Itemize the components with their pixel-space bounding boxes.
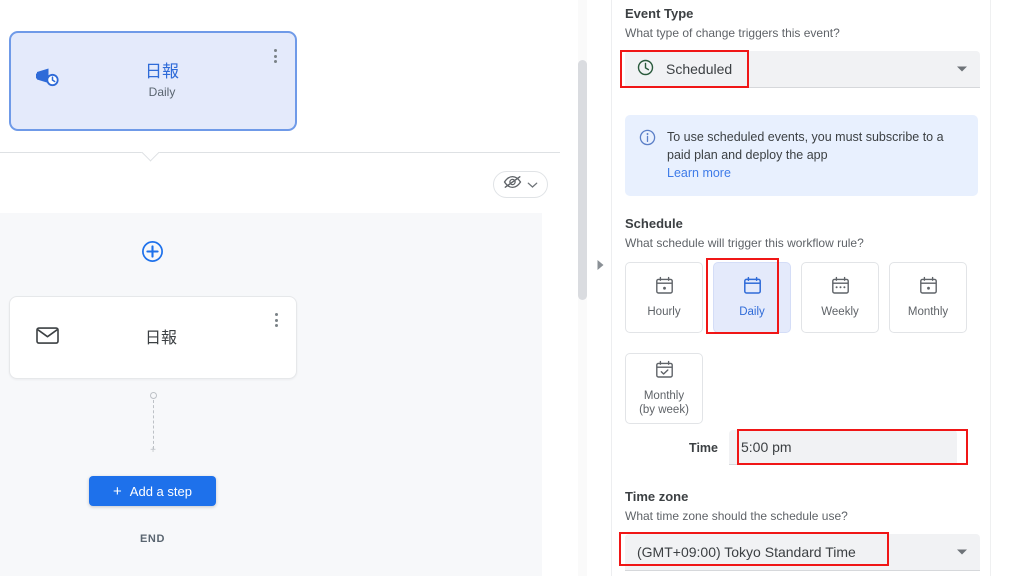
workflow-canvas: 日報 Daily 日報 + + Add a step END (0, 0, 570, 576)
event-type-label: Event Type (625, 6, 694, 21)
schedule-help: What schedule will trigger this workflow… (625, 236, 864, 250)
calendar-check-icon (655, 360, 674, 384)
info-circle-icon (639, 129, 656, 151)
visibility-toggle-button[interactable] (493, 171, 548, 198)
schedule-option-hourly[interactable]: Hourly (625, 262, 703, 333)
chevron-down-icon (527, 176, 538, 194)
schedule-option-label: Monthly (907, 306, 949, 318)
connector-dot-icon (149, 392, 157, 399)
trigger-card-text: 日報 Daily (11, 61, 295, 101)
action-card[interactable]: 日報 (9, 296, 297, 379)
scrollbar-thumb[interactable] (578, 60, 587, 300)
connector-plus-icon: + (150, 445, 156, 456)
add-step-button[interactable]: + Add a step (89, 476, 216, 506)
event-type-field: Event Type What type of change triggers … (625, 5, 980, 88)
learn-more-link[interactable]: Learn more (667, 164, 731, 182)
panel-splitter (570, 0, 613, 576)
time-input[interactable] (729, 430, 957, 465)
plus-circle-icon[interactable] (141, 240, 164, 263)
end-label: END (139, 533, 166, 545)
schedule-option-label: Hourly (647, 306, 681, 318)
action-card-title: 日報 (144, 327, 177, 347)
plus-icon: + (113, 482, 122, 500)
timezone-label: Time zone (625, 489, 689, 504)
schedule-option-monthly-by-week[interactable]: Monthly (by week) (625, 353, 703, 424)
panel-right-border (990, 0, 991, 576)
time-field: Time (625, 430, 980, 465)
action-card-kebab-menu-icon[interactable] (269, 310, 283, 330)
calendar-week-icon (831, 276, 850, 300)
timezone-field: Time zone What time zone should the sche… (625, 488, 980, 571)
schedule-option-daily[interactable]: Daily (713, 262, 791, 333)
schedule-option-label: Daily (739, 306, 765, 318)
schedule-options: Hourly Daily Weekly Monthly Monthly (by … (625, 262, 979, 424)
workflow-steps-region (0, 213, 542, 576)
schedule-label: Schedule (625, 216, 683, 231)
panel-divider (611, 0, 612, 576)
schedule-option-weekly[interactable]: Weekly (801, 262, 879, 333)
calendar-dot-icon (919, 276, 938, 300)
chevron-down-icon (957, 66, 967, 72)
connector-dashed-line (152, 400, 154, 449)
timezone-select[interactable]: (GMT+09:00) Tokyo Standard Time (625, 534, 980, 571)
schedule-option-label: Weekly (821, 306, 859, 318)
time-label: Time (689, 440, 718, 455)
event-settings-panel: Event Type What type of change triggers … (613, 0, 1024, 576)
calendar-icon (743, 276, 762, 300)
panel-expand-arrow-icon[interactable] (596, 258, 605, 270)
eye-off-icon (503, 175, 522, 194)
event-type-value-text: Scheduled (666, 61, 733, 77)
schedule-field: Schedule What schedule will trigger this… (625, 215, 980, 424)
trigger-card-kebab-menu-icon[interactable] (268, 46, 282, 66)
schedule-option-label: Monthly (by week) (639, 390, 689, 416)
add-step-label: Add a step (129, 483, 192, 499)
trigger-card-subtitle: Daily (148, 85, 176, 99)
connector-notch-icon (139, 152, 167, 166)
trigger-card[interactable]: 日報 Daily (9, 31, 297, 131)
action-card-text: 日報 (10, 327, 296, 349)
trigger-card-title: 日報 (145, 62, 179, 82)
step-connector: + (146, 392, 160, 458)
schedule-option-monthly[interactable]: Monthly (889, 262, 967, 333)
timezone-selected-value: (GMT+09:00) Tokyo Standard Time (637, 544, 856, 560)
event-type-select[interactable]: Scheduled (625, 51, 980, 88)
chevron-down-icon (957, 549, 967, 555)
scheduled-info-banner: To use scheduled events, you must subscr… (625, 115, 978, 196)
event-type-selected-value: Scheduled (637, 59, 732, 79)
timezone-help: What time zone should the schedule use? (625, 509, 848, 523)
info-banner-text: To use scheduled events, you must subscr… (667, 130, 944, 162)
calendar-dot-icon (655, 276, 674, 300)
canvas-divider (0, 152, 560, 153)
event-type-help: What type of change triggers this event? (625, 26, 840, 40)
clock-icon (637, 59, 654, 79)
